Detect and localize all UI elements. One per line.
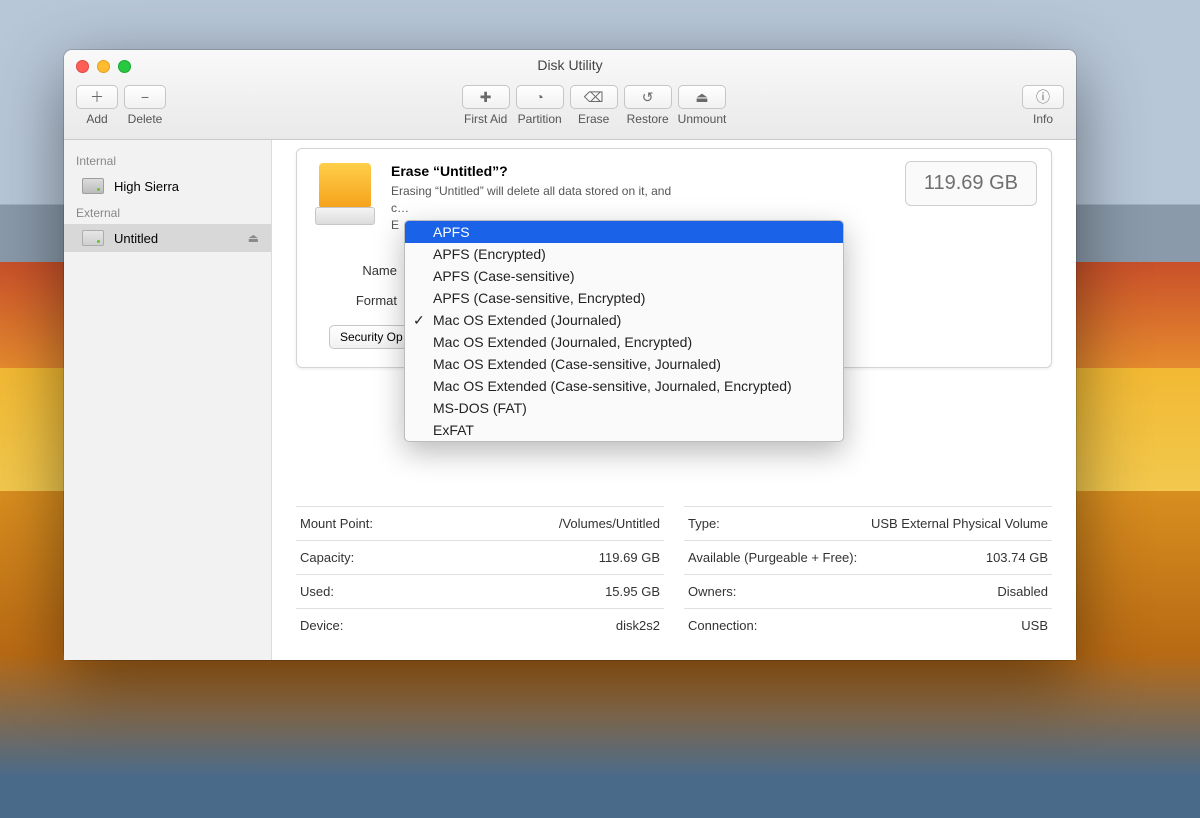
close-button[interactable] [76,60,89,73]
restore-button[interactable]: ↺ Restore [624,85,672,126]
first-aid-button[interactable]: ✚ First Aid [462,85,510,126]
format-option[interactable]: Mac OS Extended (Case-sensitive, Journal… [405,375,843,397]
format-option[interactable]: ExFAT [405,419,843,441]
erase-description-2: c… [391,200,671,217]
info-icon: ⓘ [1036,87,1050,107]
volume-details: Mount Point:/Volumes/Untitled Capacity:1… [296,506,1052,642]
sidebar-section-internal: Internal [64,148,271,172]
format-option[interactable]: APFS [405,221,843,243]
minus-icon: − [141,89,149,105]
sidebar: Internal High Sierra External Untitled ⏏ [64,140,272,660]
format-option[interactable]: MS-DOS (FAT) [405,397,843,419]
delete-volume-button[interactable]: − Delete [124,85,166,126]
sidebar-item-label: High Sierra [114,179,179,194]
details-left: Mount Point:/Volumes/Untitled Capacity:1… [296,506,664,642]
erase-description: Erasing “Untitled” will delete all data … [391,183,671,200]
window-title: Disk Utility [64,50,1076,73]
check-icon: ✓ [413,309,425,331]
eject-icon[interactable]: ⏏ [248,231,259,245]
format-option[interactable]: APFS (Encrypted) [405,243,843,265]
format-option[interactable]: APFS (Case-sensitive) [405,265,843,287]
format-option[interactable]: APFS (Case-sensitive, Encrypted) [405,287,843,309]
internal-disk-icon [82,178,104,194]
sidebar-section-external: External [64,200,271,224]
erase-heading: Erase “Untitled”? [391,163,671,179]
drive-icon [315,163,375,227]
erase-icon: ⌫ [584,89,604,106]
detail-row: Mount Point:/Volumes/Untitled [296,507,664,541]
unmount-button[interactable]: ⏏ Unmount [678,85,727,126]
format-dropdown-menu: APFS APFS (Encrypted) APFS (Case-sensiti… [404,220,844,442]
window-controls [76,60,131,73]
plus-icon: ＋ [90,87,104,107]
disk-utility-window: Disk Utility ＋ Add − Delete ✚ First Aid [64,50,1076,660]
name-label: Name [315,263,407,278]
sidebar-item-label: Untitled [114,231,158,246]
external-disk-icon [82,230,104,246]
pie-icon: ◔ [535,89,543,105]
detail-row: Owners:Disabled [684,575,1052,609]
format-option[interactable]: ✓Mac OS Extended (Journaled) [405,309,843,331]
add-volume-button[interactable]: ＋ Add [76,85,118,126]
fullscreen-button[interactable] [118,60,131,73]
sidebar-item-high-sierra[interactable]: High Sierra [64,172,271,200]
restore-icon: ↺ [642,89,654,106]
detail-row: Type:USB External Physical Volume [684,507,1052,541]
details-right: Type:USB External Physical Volume Availa… [684,506,1052,642]
detail-row: Connection:USB [684,609,1052,643]
format-option[interactable]: Mac OS Extended (Journaled, Encrypted) [405,331,843,353]
detail-row: Used:15.95 GB [296,575,664,609]
detail-row: Capacity:119.69 GB [296,541,664,575]
detail-row: Available (Purgeable + Free):103.74 GB [684,541,1052,575]
detail-row: Device:disk2s2 [296,609,664,643]
partition-button[interactable]: ◔ Partition [516,85,564,126]
format-option[interactable]: Mac OS Extended (Case-sensitive, Journal… [405,353,843,375]
toolbar: ＋ Add − Delete ✚ First Aid ◔ Partition [64,81,1076,139]
format-label: Format [315,293,407,308]
eject-icon: ⏏ [695,89,708,106]
titlebar: Disk Utility ＋ Add − Delete ✚ First Aid [64,50,1076,140]
capacity-badge: 119.69 GB [905,161,1037,206]
info-button[interactable]: ⓘ Info [1022,85,1064,126]
erase-button[interactable]: ⌫ Erase [570,85,618,126]
security-options-button[interactable]: Security Op [329,325,414,349]
minimize-button[interactable] [97,60,110,73]
sidebar-item-untitled[interactable]: Untitled ⏏ [64,224,271,252]
stethoscope-icon: ✚ [480,89,492,106]
